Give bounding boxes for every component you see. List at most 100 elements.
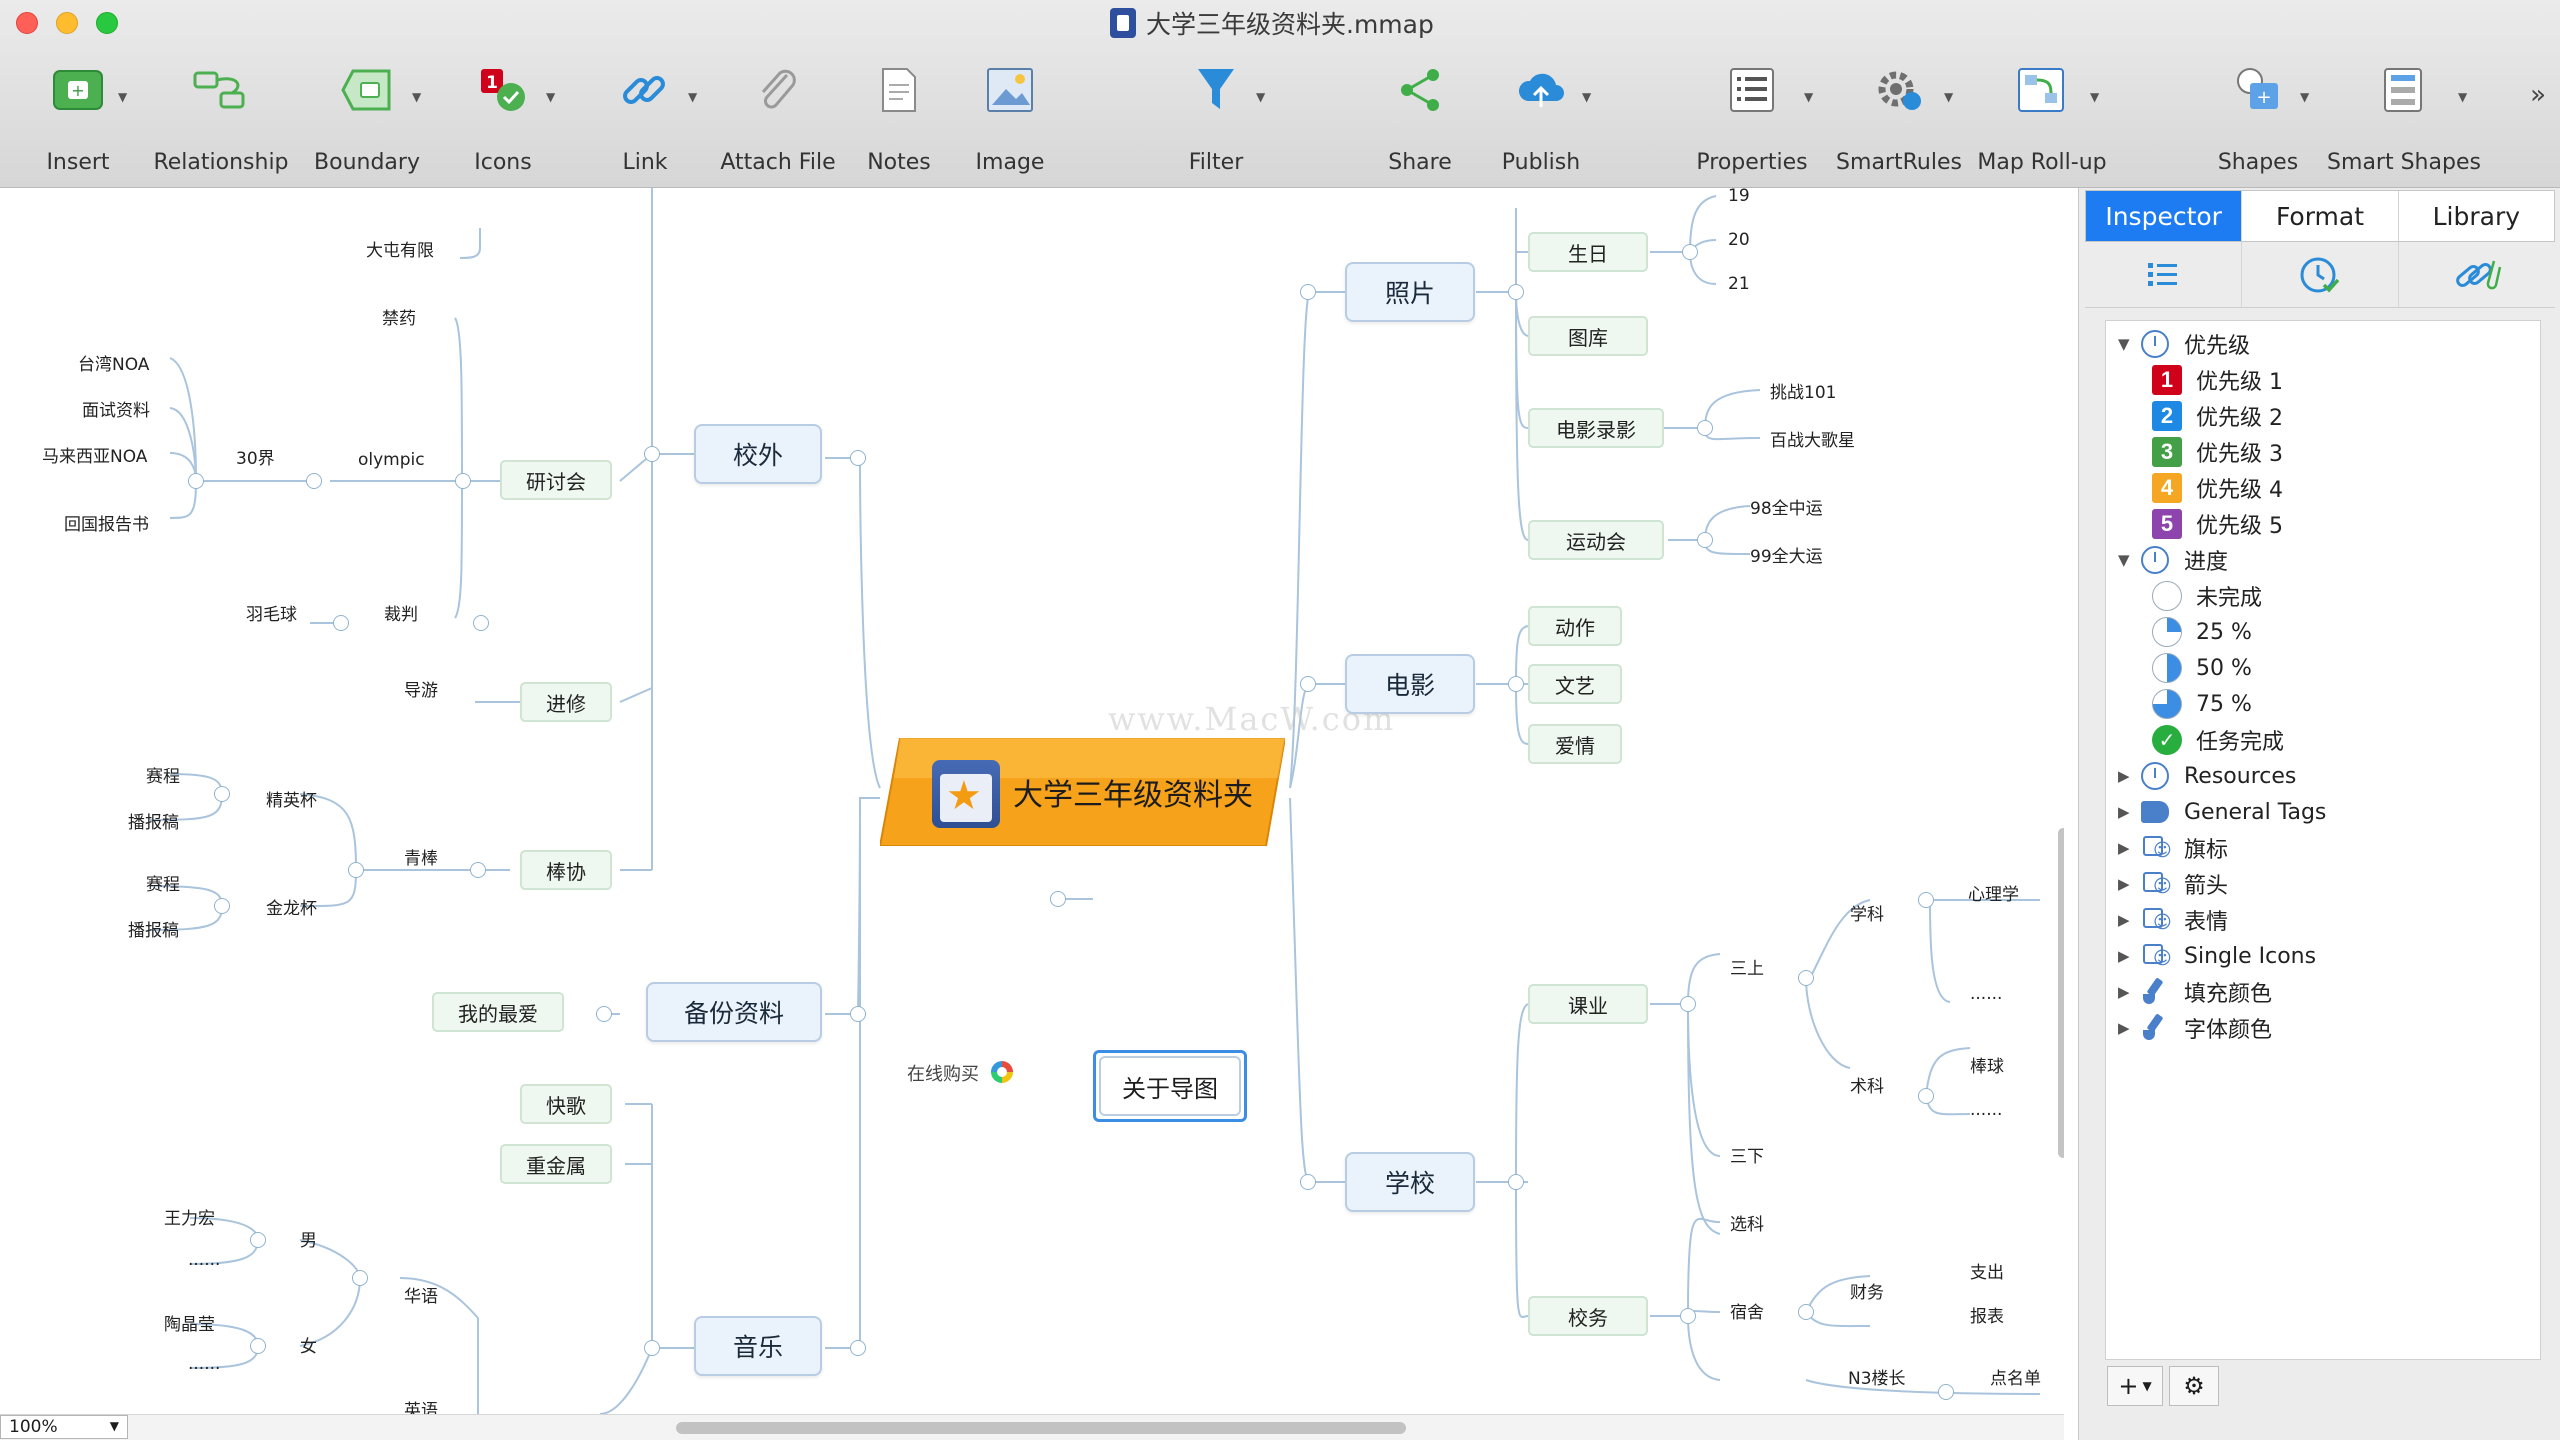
subtopic-course[interactable]: 课业 — [1528, 984, 1648, 1024]
leaf-dianming[interactable]: 点名单 — [1990, 1364, 2041, 1389]
close-window-button[interactable] — [16, 12, 38, 34]
collapse-toggle[interactable] — [1508, 1174, 1524, 1190]
leaf-xueke[interactable]: 学科 — [1850, 900, 1884, 925]
tab-inspector[interactable]: Inspector — [2086, 191, 2243, 241]
collapse-toggle[interactable] — [850, 1340, 866, 1356]
boundary-button[interactable]: ▼ Boundary — [312, 60, 422, 184]
share-button[interactable]: Share — [1380, 60, 1460, 184]
subtopic-action[interactable]: 动作 — [1528, 606, 1622, 646]
library-group[interactable]: ▶ 旗标 — [2118, 831, 2228, 865]
collapse-toggle[interactable] — [850, 450, 866, 466]
leaf-psych[interactable]: 心理学 — [1968, 880, 2019, 905]
leaf-caipan[interactable]: 裁判 — [384, 600, 418, 625]
leaf-jingying[interactable]: 精英杯 — [266, 786, 317, 811]
links-attachments-button[interactable] — [2399, 242, 2555, 307]
toolbar-overflow-button[interactable]: » — [2530, 80, 2546, 110]
priority-item-3[interactable]: 3 优先级 3 — [2150, 435, 2283, 469]
collapse-toggle[interactable] — [188, 473, 204, 489]
leaf-21[interactable]: 21 — [1728, 274, 1750, 294]
leaf-dots-4[interactable]: ...... — [1970, 1100, 2002, 1120]
subtopic-filming[interactable]: 电影录影 — [1528, 408, 1664, 448]
insert-button[interactable]: + ▼ Insert — [28, 60, 128, 184]
topic-photos[interactable]: 照片 — [1345, 262, 1475, 322]
subtopic-jinxiu[interactable]: 进修 — [520, 682, 612, 722]
vertical-scrollbar[interactable] — [2058, 828, 2064, 1158]
disclosure-closed-icon[interactable]: ▶ — [2118, 875, 2138, 893]
disclosure-closed-icon[interactable]: ▶ — [2118, 911, 2138, 929]
group-progress[interactable]: ▼ 进度 — [2118, 543, 2228, 577]
collapse-toggle[interactable] — [644, 446, 660, 462]
horizontal-scrollbar-thumb[interactable] — [676, 1422, 1406, 1434]
collapse-toggle[interactable] — [470, 862, 486, 878]
leaf-saicheng-2[interactable]: 赛程 — [146, 870, 180, 895]
properties-button[interactable]: ▼ Properties — [1696, 60, 1813, 184]
leaf-jinyao[interactable]: 禁药 — [382, 304, 416, 329]
settings-button[interactable]: ⚙ — [2169, 1366, 2219, 1406]
disclosure-closed-icon[interactable]: ▶ — [2118, 983, 2138, 1001]
mind-map-canvas[interactable]: ★ 大学三年级资料夹 在线购买 关于导图 www.MacW.com 校外 备份资… — [0, 188, 2064, 1414]
collapse-toggle[interactable] — [1697, 532, 1713, 548]
collapse-toggle[interactable] — [1680, 996, 1696, 1012]
subtopic-yantaohui[interactable]: 研讨会 — [500, 460, 612, 500]
collapse-toggle[interactable] — [250, 1232, 266, 1248]
progress-item[interactable]: 50 % — [2150, 651, 2252, 685]
insert-caret-icon[interactable]: ▼ — [118, 90, 127, 104]
priority-item-4[interactable]: 4 优先级 4 — [2150, 471, 2283, 505]
shapes-caret-icon[interactable]: ▼ — [2300, 90, 2309, 104]
attach-file-button[interactable]: Attach File — [718, 60, 838, 184]
smartrules-caret-icon[interactable]: ▼ — [1944, 90, 1953, 104]
image-button[interactable]: Image — [960, 60, 1060, 184]
smartrules-button[interactable]: ▼ SmartRules — [1836, 60, 1962, 184]
leaf-dots-1[interactable]: ...... — [188, 1250, 220, 1270]
collapse-toggle[interactable] — [306, 473, 322, 489]
collapse-toggle[interactable] — [1300, 676, 1316, 692]
icons-caret-icon[interactable]: ▼ — [546, 90, 555, 104]
central-topic[interactable]: ★ 大学三年级资料夹 — [880, 738, 1285, 846]
leaf-bobao-2[interactable]: 播报稿 — [128, 916, 179, 941]
collapse-toggle[interactable] — [348, 862, 364, 878]
smart-shapes-button[interactable]: ▼ Smart Shapes — [2327, 60, 2481, 184]
leaf-caiwu[interactable]: 财务 — [1850, 1278, 1884, 1303]
leaf-sanshang[interactable]: 三上 — [1730, 954, 1764, 979]
subtopic-kuaige[interactable]: 快歌 — [520, 1084, 612, 1124]
library-group[interactable]: ▶ 表情 — [2118, 903, 2228, 937]
collapse-toggle[interactable] — [644, 1340, 660, 1356]
collapse-toggle[interactable] — [1300, 284, 1316, 300]
group-priority[interactable]: ▼ 优先级 — [2118, 327, 2250, 361]
leaf-jinlong[interactable]: 金龙杯 — [266, 894, 317, 919]
map-rollup-button[interactable]: ▼ Map Roll-up — [1974, 60, 2110, 184]
library-group[interactable]: ▶ Single Icons — [2118, 939, 2316, 973]
collapse-toggle[interactable] — [1697, 420, 1713, 436]
leaf-wanglihong[interactable]: 王力宏 — [164, 1204, 215, 1229]
leaf-nan[interactable]: 男 — [300, 1226, 317, 1251]
collapse-toggle[interactable] — [455, 473, 471, 489]
disclosure-closed-icon[interactable]: ▶ — [2118, 1019, 2138, 1037]
collapse-toggle[interactable] — [1938, 1384, 1954, 1400]
topic-backup[interactable]: 备份资料 — [646, 982, 822, 1042]
leaf-taojingying[interactable]: 陶晶莹 — [164, 1310, 215, 1335]
progress-item[interactable]: ✓ 任务完成 — [2150, 723, 2284, 757]
filter-caret-icon[interactable]: ▼ — [1256, 90, 1265, 104]
link-button[interactable]: ▼ Link — [600, 60, 697, 184]
subtopic-sportsmeet[interactable]: 运动会 — [1528, 520, 1664, 560]
leaf-yumaoqiu[interactable]: 羽毛球 — [246, 600, 297, 625]
leaf-n3[interactable]: N3楼长 — [1848, 1364, 1906, 1389]
leaf-saicheng-1[interactable]: 赛程 — [146, 762, 180, 787]
collapse-toggle[interactable] — [352, 1270, 368, 1286]
tab-library[interactable]: Library — [2399, 191, 2554, 241]
leaf-taiwan[interactable]: 台湾NOA — [78, 350, 149, 375]
collapse-toggle[interactable] — [596, 1006, 612, 1022]
notes-button[interactable]: Notes — [854, 60, 944, 184]
disclosure-closed-icon[interactable]: ▶ — [2118, 803, 2138, 821]
leaf-huiguo[interactable]: 回国报告书 — [64, 510, 149, 535]
leaf-baizhan[interactable]: 百战大歌星 — [1770, 426, 1855, 451]
icons-button[interactable]: 1 ▼ Icons — [458, 60, 555, 184]
collapse-toggle[interactable] — [333, 615, 349, 631]
leaf-shuke[interactable]: 术科 — [1850, 1072, 1884, 1097]
tab-format[interactable]: Format — [2242, 191, 2399, 241]
leaf-sushe[interactable]: 宿舍 — [1730, 1298, 1764, 1323]
smart-shapes-caret-icon[interactable]: ▼ — [2458, 90, 2467, 104]
zoom-window-button[interactable] — [96, 12, 118, 34]
properties-caret-icon[interactable]: ▼ — [1804, 90, 1813, 104]
disclosure-open-icon[interactable]: ▼ — [2118, 335, 2138, 353]
